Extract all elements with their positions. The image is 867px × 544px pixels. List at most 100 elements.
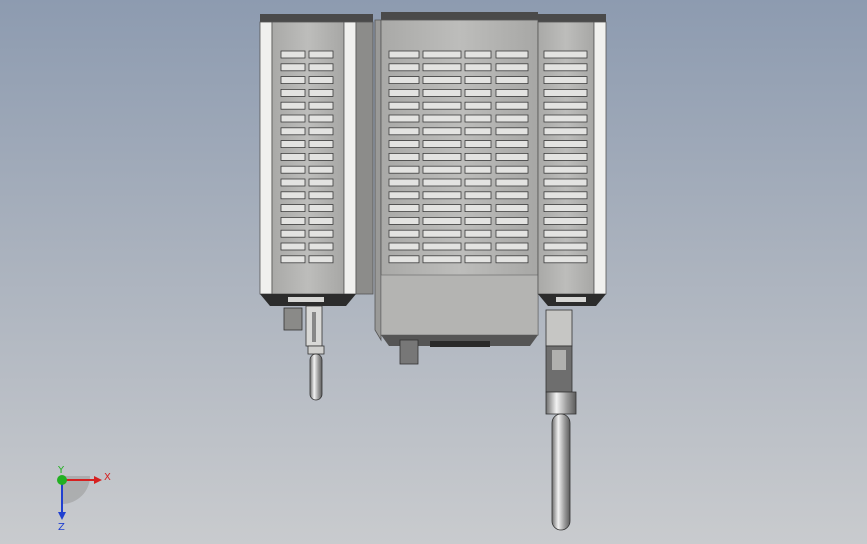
cad-model[interactable] [0,0,867,544]
vent-slot [280,242,306,251]
y-axis-label: Y [57,465,65,476]
vent-slot [422,114,462,123]
vent-slot [422,63,462,72]
vent-slot [464,140,492,149]
center-vent-slots [388,50,529,264]
vent-slot [388,140,420,149]
vent-slot [495,191,529,200]
left-module-edge-right [343,21,357,295]
vent-slot [280,152,306,161]
vent-slot [308,152,334,161]
vent-slot [464,152,492,161]
y-axis-dot [57,475,67,485]
vent-slot [464,63,492,72]
vent-slot [464,114,492,123]
vent-slot [388,178,420,187]
vent-slot [464,204,492,213]
left-module [259,14,374,306]
vent-slot [464,127,492,136]
vent-slot [464,50,492,59]
vent-slot [543,89,588,97]
vent-slot [495,101,529,110]
vent-slot [495,216,529,225]
vent-slot [280,76,306,84]
vent-slot [495,242,529,251]
vent-slot [308,127,334,136]
vent-slot [308,165,334,174]
vent-slot [543,165,588,174]
vent-slot [543,152,588,161]
vent-slot [495,140,529,149]
x-axis-arrow [94,476,102,484]
vent-slot [308,229,334,238]
vent-slot [495,204,529,213]
vent-slot [495,76,529,84]
vent-slot [308,191,334,200]
vent-slot [464,178,492,187]
vent-slot [308,50,334,59]
right-module-top-cap [538,14,606,22]
vent-slot [308,63,334,72]
vent-slot [422,76,462,84]
vent-slot [422,242,462,251]
vent-slot [280,114,306,123]
vent-slot [422,127,462,136]
vent-slot [495,127,529,136]
right-module [537,14,607,306]
vent-slot [543,216,588,225]
vent-slot [308,76,334,84]
vent-slot [308,178,334,187]
vent-slot [388,165,420,174]
vent-slot [280,165,306,174]
vent-slot [495,255,529,264]
vent-slot [388,127,420,136]
vent-slot [388,152,420,161]
vent-slot [280,216,306,225]
left-cable-rod [309,353,323,401]
vent-slot [543,191,588,200]
cad-viewport[interactable]: X Y Z [0,0,867,544]
vent-slot [422,50,462,59]
vent-slot [388,63,420,72]
vent-slot [388,101,420,110]
vent-slot [422,216,462,225]
vent-slot [422,140,462,149]
vent-slot [308,255,334,264]
vent-slot [388,216,420,225]
vent-slot [422,89,462,97]
vent-slot [388,242,420,251]
vent-slot [464,165,492,174]
vent-slot [543,178,588,187]
vent-slot [280,89,306,97]
vent-slot [422,255,462,264]
vent-slot [388,89,420,97]
vent-slot [388,255,420,264]
center-module [374,12,539,365]
z-axis-arrow [58,512,66,520]
vent-slot [280,127,306,136]
vent-slot [495,50,529,59]
vent-slot [308,216,334,225]
vent-slot [388,191,420,200]
vent-slot [280,101,306,110]
vent-slot [308,242,334,251]
vent-slot [280,229,306,238]
vent-slot [543,127,588,136]
vent-slot [280,204,306,213]
vent-slot [495,89,529,97]
vent-slot [308,140,334,149]
vent-slot [543,140,588,149]
vent-slot [495,229,529,238]
left-connector [283,305,325,401]
coordinate-triad: X Y Z [57,465,111,532]
vent-slot [280,50,306,59]
vent-slot [422,165,462,174]
vent-slot [495,165,529,174]
left-module-top-cap [260,14,373,22]
vent-slot [388,76,420,84]
right-module-edge [593,21,607,295]
vent-slot [280,191,306,200]
vent-slot [464,76,492,84]
vent-slot [464,216,492,225]
right-vent-slots [543,50,588,264]
